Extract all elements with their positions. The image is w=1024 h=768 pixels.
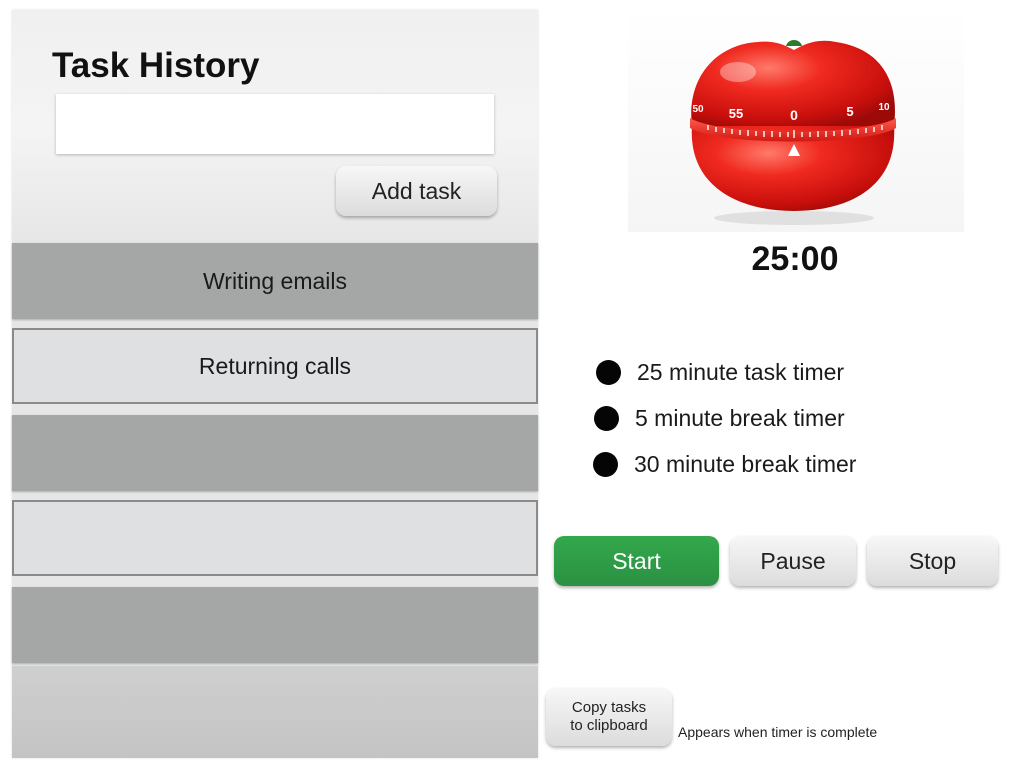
tomato-timer-image: 50 55 0 5 10 [628,6,964,232]
task-list-empty-area [12,666,538,758]
tomato-timer-icon: 50 55 0 5 10 [690,40,896,225]
pause-button[interactable]: Pause [730,536,856,586]
option-label: 5 minute break timer [635,405,845,431]
timer-display: 25:00 [751,240,839,278]
option-30-minute-break-timer[interactable]: 30 minute break timer [593,451,856,478]
dial-number: 10 [878,102,890,113]
add-task-button[interactable]: Add task [336,166,497,216]
option-5-minute-break-timer[interactable]: 5 minute break timer [594,405,845,432]
stop-button[interactable]: Stop [867,536,998,586]
start-button[interactable]: Start [554,536,719,586]
copy-tasks-label-line1: Copy tasks [571,699,647,716]
radio-dot-icon[interactable] [596,360,621,385]
task-label: Writing emails [203,267,347,294]
task-history-title: Task History [52,46,260,85]
copy-tasks-button[interactable]: Copy tasks to clipboard [546,688,672,746]
dial-number: 5 [846,104,853,119]
option-25-minute-task-timer[interactable]: 25 minute task timer [596,359,844,386]
dial-number: 50 [692,104,704,115]
task-row[interactable] [12,500,538,576]
dial-number: 0 [790,107,798,123]
copy-tasks-label-line2: to clipboard [570,717,648,734]
task-row[interactable]: Returning calls [12,328,538,404]
dial-number: 55 [729,106,743,121]
task-row[interactable] [12,415,538,491]
task-row[interactable]: Writing emails [12,243,538,319]
task-label: Returning calls [198,352,352,379]
task-input[interactable] [56,94,494,154]
option-label: 30 minute break timer [634,451,857,477]
copy-tasks-note: Appears when timer is complete [678,724,878,740]
task-row[interactable] [12,587,538,663]
option-label: 25 minute task timer [637,359,845,385]
radio-dot-icon[interactable] [593,452,618,477]
task-history-panel: Task History Add task Writing emails Ret… [12,10,538,758]
radio-dot-icon[interactable] [594,406,619,431]
